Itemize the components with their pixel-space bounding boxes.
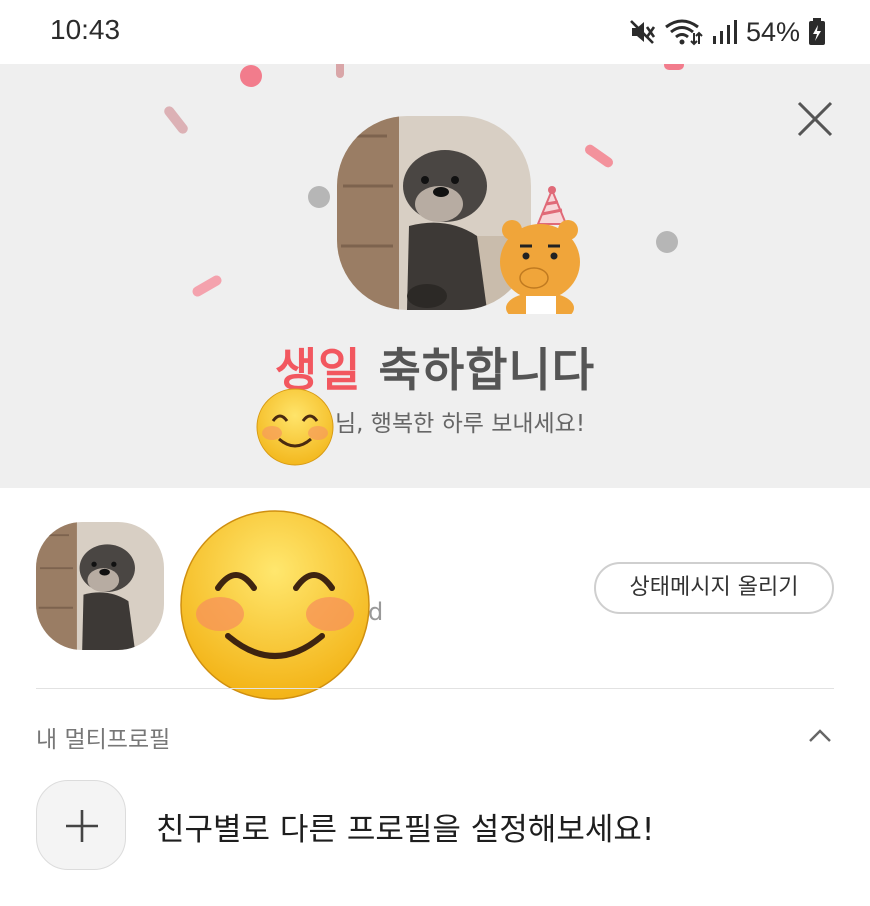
multi-profile-description[interactable]: 친구별로 다른 프로필을 설정해보세요! bbox=[156, 804, 654, 849]
birthday-title-rest: 축하합니다 bbox=[378, 343, 596, 397]
add-multi-profile-button[interactable] bbox=[36, 780, 126, 870]
birthday-subtitle: 님, 행복한 하루 보내세요! bbox=[335, 411, 586, 437]
status-bar: 10:43 54% bbox=[0, 0, 870, 64]
post-status-message-button[interactable]: 상태메시지 올리기 bbox=[594, 562, 834, 614]
wifi-icon bbox=[665, 19, 703, 46]
my-profile-photo[interactable] bbox=[36, 522, 164, 650]
plus-icon bbox=[66, 810, 98, 842]
status-icons: 54% bbox=[628, 14, 826, 50]
divider bbox=[36, 688, 834, 689]
ryan-character-sticker bbox=[490, 184, 600, 324]
close-button[interactable] bbox=[790, 94, 840, 144]
smiling-emoji-icon bbox=[180, 510, 370, 700]
chevron-up-icon bbox=[809, 729, 831, 742]
signal-icon bbox=[712, 20, 737, 44]
smiling-emoji-icon bbox=[256, 388, 334, 466]
birthday-banner: 생일 축하합니다 님, 행복한 하루 보내세요! bbox=[0, 64, 870, 488]
battery-icon bbox=[809, 18, 825, 45]
mute-icon bbox=[630, 20, 656, 44]
collapse-multi-profile-button[interactable] bbox=[806, 722, 834, 750]
battery-percent: 54% bbox=[745, 16, 800, 47]
multi-profile-section-label: 내 멀티프로필 bbox=[36, 727, 171, 753]
birthday-title: 생일 축하합니다 bbox=[0, 334, 870, 400]
close-icon bbox=[797, 101, 833, 137]
status-time: 10:43 bbox=[50, 14, 121, 45]
